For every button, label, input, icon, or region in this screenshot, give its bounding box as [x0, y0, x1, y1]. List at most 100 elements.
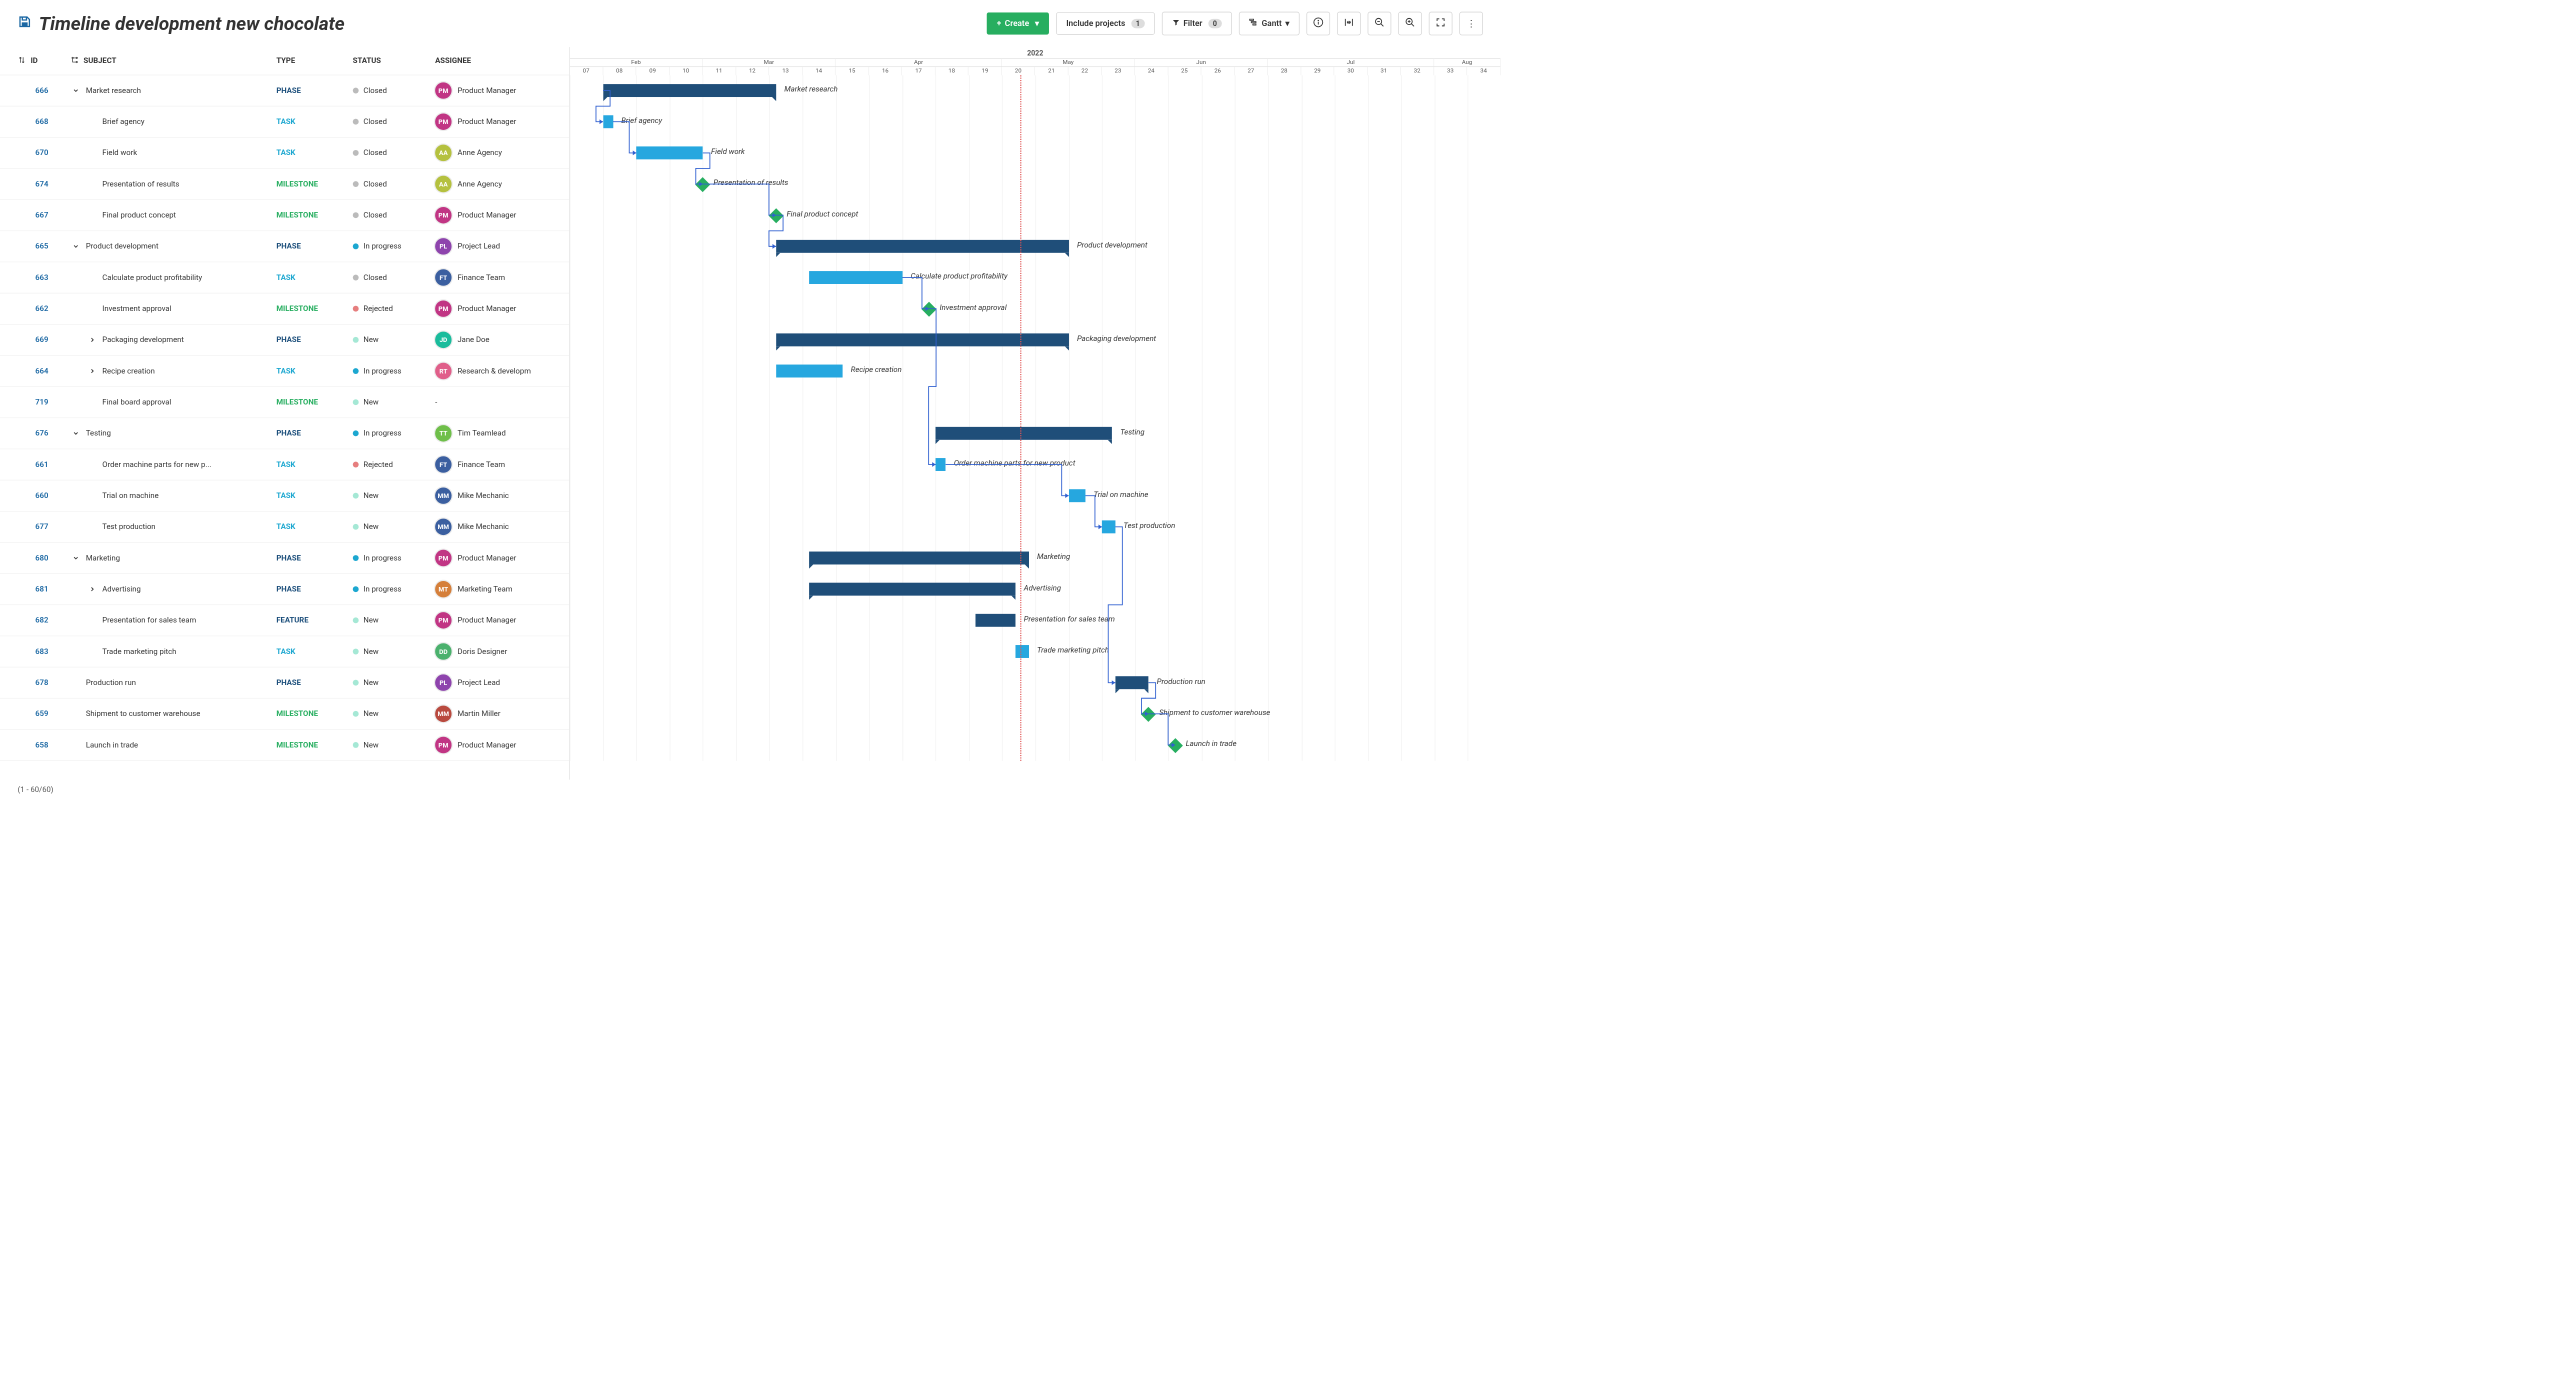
- gantt-bar[interactable]: [776, 240, 1069, 253]
- sort-icon[interactable]: [18, 56, 26, 67]
- row-id[interactable]: 680: [18, 554, 71, 563]
- row-id[interactable]: 683: [18, 647, 71, 656]
- zoom-in-button[interactable]: [1398, 12, 1422, 36]
- chevron-right-icon[interactable]: [87, 336, 98, 343]
- milestone-marker[interactable]: [922, 302, 937, 317]
- row-id[interactable]: 674: [18, 180, 71, 189]
- row-id[interactable]: 667: [18, 211, 71, 220]
- row-assignee[interactable]: MTMarketing Team: [435, 581, 551, 597]
- table-row[interactable]: 662 Investment approval MILESTONE Reject…: [0, 293, 569, 324]
- gantt-bar[interactable]: [603, 84, 776, 97]
- gantt-bar[interactable]: [809, 552, 1029, 565]
- gantt-bar[interactable]: [776, 365, 843, 378]
- col-status-label[interactable]: STATUS: [353, 56, 435, 65]
- row-assignee[interactable]: DDDoris Designer: [435, 643, 551, 659]
- row-id[interactable]: 662: [18, 304, 71, 313]
- gantt-bar[interactable]: [1016, 645, 1029, 658]
- row-subject[interactable]: Calculate product profitability: [102, 273, 202, 282]
- row-subject[interactable]: Presentation for sales team: [102, 616, 196, 625]
- gantt-bar[interactable]: [936, 427, 1112, 440]
- row-assignee[interactable]: PMProduct Manager: [435, 113, 551, 129]
- gantt-bar[interactable]: [976, 614, 1016, 627]
- table-row[interactable]: 670 Field work TASK Closed AAAnne Agency: [0, 138, 569, 169]
- row-id[interactable]: 681: [18, 585, 71, 594]
- gantt-bar[interactable]: [1115, 676, 1148, 689]
- table-row[interactable]: 683 Trade marketing pitch TASK New DDDor…: [0, 636, 569, 667]
- table-row[interactable]: 661 Order machine parts for new p... TAS…: [0, 449, 569, 480]
- row-assignee[interactable]: PMProduct Manager: [435, 737, 551, 753]
- table-row[interactable]: 663 Calculate product profitability TASK…: [0, 262, 569, 293]
- chevron-down-icon[interactable]: [71, 87, 82, 94]
- row-subject[interactable]: Test production: [102, 522, 155, 531]
- table-row[interactable]: 666 Market research PHASE Closed PMProdu…: [0, 75, 569, 106]
- gantt-panel[interactable]: 2022 FebMarAprMayJunJulAug 0708091011121…: [569, 47, 1500, 780]
- row-assignee[interactable]: JDJane Doe: [435, 332, 551, 348]
- row-assignee[interactable]: PMProduct Manager: [435, 207, 551, 223]
- row-assignee[interactable]: AAAnne Agency: [435, 176, 551, 192]
- row-id[interactable]: 678: [18, 678, 71, 687]
- table-row[interactable]: 665 Product development PHASE In progres…: [0, 231, 569, 262]
- row-assignee[interactable]: RTResearch & developm: [435, 363, 551, 379]
- table-row[interactable]: 659 Shipment to customer warehouse MILES…: [0, 699, 569, 730]
- table-row[interactable]: 681 Advertising PHASE In progress MTMark…: [0, 574, 569, 605]
- col-subject-label[interactable]: SUBJECT: [83, 56, 116, 65]
- row-id[interactable]: 664: [18, 367, 71, 376]
- row-subject[interactable]: Shipment to customer warehouse: [86, 709, 200, 718]
- row-assignee[interactable]: FTFinance Team: [435, 269, 551, 285]
- row-subject[interactable]: Presentation of results: [102, 180, 179, 189]
- row-subject[interactable]: Market research: [86, 86, 141, 95]
- row-assignee[interactable]: TTTim Teamlead: [435, 425, 551, 441]
- row-id[interactable]: 665: [18, 242, 71, 251]
- row-subject[interactable]: Trial on machine: [102, 491, 158, 500]
- row-id[interactable]: 660: [18, 491, 71, 500]
- row-subject[interactable]: Brief agency: [102, 117, 144, 126]
- row-id[interactable]: 682: [18, 616, 71, 625]
- row-subject[interactable]: Recipe creation: [102, 367, 155, 376]
- table-row[interactable]: 668 Brief agency TASK Closed PMProduct M…: [0, 106, 569, 137]
- row-subject[interactable]: Investment approval: [102, 304, 171, 313]
- table-row[interactable]: 664 Recipe creation TASK In progress RTR…: [0, 356, 569, 387]
- row-id[interactable]: 661: [18, 460, 71, 469]
- row-subject[interactable]: Advertising: [102, 585, 140, 594]
- row-subject[interactable]: Production run: [86, 678, 136, 687]
- gantt-bar[interactable]: [636, 146, 703, 159]
- milestone-marker[interactable]: [1168, 738, 1183, 753]
- chevron-down-icon[interactable]: [71, 554, 82, 561]
- table-row[interactable]: 660 Trial on machine TASK New MMMike Mec…: [0, 480, 569, 511]
- row-assignee[interactable]: MMMike Mechanic: [435, 519, 551, 535]
- view-gantt-button[interactable]: Gantt ▾: [1239, 12, 1300, 36]
- row-id[interactable]: 669: [18, 335, 71, 344]
- table-row[interactable]: 676 Testing PHASE In progress TTTim Team…: [0, 418, 569, 449]
- chevron-down-icon[interactable]: [71, 430, 82, 437]
- row-id[interactable]: 668: [18, 117, 71, 126]
- row-subject[interactable]: Final product concept: [102, 211, 176, 220]
- table-row[interactable]: 658 Launch in trade MILESTONE New PMProd…: [0, 730, 569, 761]
- row-subject[interactable]: Marketing: [86, 554, 120, 563]
- row-assignee[interactable]: PLProject Lead: [435, 674, 551, 690]
- row-id[interactable]: 659: [18, 709, 71, 718]
- chevron-right-icon[interactable]: [87, 586, 98, 593]
- row-assignee[interactable]: PMProduct Manager: [435, 612, 551, 628]
- fullscreen-button[interactable]: [1429, 12, 1453, 36]
- row-subject[interactable]: Launch in trade: [86, 741, 138, 750]
- gantt-bar[interactable]: [936, 458, 946, 471]
- table-row[interactable]: 669 Packaging development PHASE New JDJa…: [0, 325, 569, 356]
- table-row[interactable]: 682 Presentation for sales team FEATURE …: [0, 605, 569, 636]
- row-subject[interactable]: Field work: [102, 148, 137, 157]
- save-icon[interactable]: [18, 15, 32, 33]
- gantt-bar[interactable]: [603, 115, 613, 128]
- col-type-label[interactable]: TYPE: [276, 56, 352, 65]
- table-row[interactable]: 678 Production run PHASE New PLProject L…: [0, 667, 569, 698]
- more-button[interactable]: ⋮: [1459, 12, 1483, 36]
- row-assignee[interactable]: PLProject Lead: [435, 238, 551, 254]
- filter-button[interactable]: Filter 0: [1162, 12, 1232, 36]
- row-id[interactable]: 666: [18, 86, 71, 95]
- include-projects-button[interactable]: Include projects 1: [1056, 12, 1154, 34]
- row-id[interactable]: 677: [18, 522, 71, 531]
- row-assignee[interactable]: MMMartin Miller: [435, 706, 551, 722]
- row-subject[interactable]: Testing: [86, 429, 111, 438]
- row-assignee[interactable]: AAAnne Agency: [435, 145, 551, 161]
- row-assignee[interactable]: PMProduct Manager: [435, 82, 551, 98]
- zoom-out-button[interactable]: [1368, 12, 1392, 36]
- row-assignee[interactable]: PMProduct Manager: [435, 300, 551, 316]
